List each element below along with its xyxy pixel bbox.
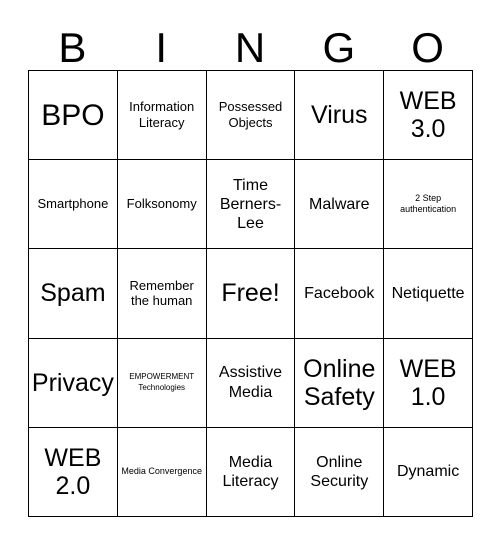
bingo-row: BPO Information Literacy Possessed Objec… — [28, 69, 473, 161]
bingo-cell-label: Malware — [309, 195, 370, 213]
bingo-cell-label: Media Convergence — [121, 466, 202, 476]
bingo-cell-label: Online Safety — [303, 354, 376, 411]
bingo-cell-i3[interactable]: Remember the human — [116, 248, 207, 339]
bingo-cell-b5[interactable]: WEB 2.0 — [28, 426, 118, 517]
bingo-row: Spam Remember the human Free! Facebook N… — [28, 248, 473, 339]
bingo-header-letter-b: B — [58, 24, 87, 71]
bingo-cell-n4[interactable]: Assistive Media — [205, 337, 296, 428]
bingo-cell-label: Assistive Media — [218, 364, 283, 401]
bingo-cell-label: WEB 1.0 — [399, 354, 457, 411]
bingo-cell-label: Possessed Objects — [218, 99, 283, 131]
bingo-cell-n1[interactable]: Possessed Objects — [205, 69, 296, 161]
bingo-cell-o5[interactable]: Dynamic — [383, 426, 473, 517]
bingo-cell-i1[interactable]: Information Literacy — [116, 69, 207, 161]
bingo-cell-o3[interactable]: Netiquette — [383, 248, 473, 339]
bingo-cell-i4[interactable]: EMPOWERMENT Technologies — [116, 337, 207, 428]
bingo-cell-label: Spam — [40, 279, 106, 308]
bingo-cell-label: 2 Step authentication — [400, 192, 457, 215]
bingo-cell-label: Free! — [221, 279, 280, 308]
bingo-row: Smartphone Folksonomy Time Berners-Lee M… — [28, 159, 473, 250]
bingo-header-letter-n: N — [234, 24, 266, 71]
bingo-cell-label: Time Berners-Lee — [219, 176, 282, 232]
bingo-row: WEB 2.0 Media Convergence Media Literacy… — [28, 426, 473, 517]
bingo-cell-label: EMPOWERMENT Technologies — [129, 371, 195, 392]
bingo-cell-n2[interactable]: Time Berners-Lee — [205, 159, 296, 250]
bingo-cell-label: Information Literacy — [129, 99, 195, 131]
bingo-grid: BPO Information Literacy Possessed Objec… — [28, 69, 473, 517]
bingo-cell-o1[interactable]: WEB 3.0 — [383, 69, 473, 161]
bingo-cell-label: WEB 3.0 — [399, 87, 457, 144]
bingo-cell-g5[interactable]: Online Security — [294, 426, 385, 517]
bingo-cell-label: Privacy — [31, 368, 114, 397]
bingo-cell-g1[interactable]: Virus — [294, 69, 385, 161]
bingo-cell-o2[interactable]: 2 Step authentication — [383, 159, 473, 250]
bingo-cell-label: Netiquette — [391, 284, 465, 302]
bingo-cell-label: Remember the human — [129, 277, 194, 309]
bingo-header-row: B I N G O — [28, 14, 472, 70]
bingo-card: B I N G O BPO Information Literacy Posse… — [28, 14, 473, 517]
bingo-cell-g2[interactable]: Malware — [294, 159, 385, 250]
bingo-cell-n5[interactable]: Media Literacy — [205, 426, 296, 517]
bingo-cell-label: BPO — [41, 98, 105, 132]
bingo-cell-label: Dynamic — [396, 463, 460, 481]
bingo-cell-label: Smartphone — [37, 196, 109, 212]
bingo-cell-b2[interactable]: Smartphone — [28, 159, 118, 250]
bingo-cell-label: Virus — [311, 101, 368, 130]
bingo-cell-i5[interactable]: Media Convergence — [116, 426, 207, 517]
bingo-header-letter-g: G — [322, 24, 356, 71]
bingo-cell-label: Media Literacy — [222, 453, 279, 490]
bingo-cell-b1[interactable]: BPO — [28, 69, 118, 161]
bingo-cell-label: Folksonomy — [126, 196, 197, 212]
bingo-row: Privacy EMPOWERMENT Technologies Assisti… — [28, 337, 473, 428]
bingo-cell-b3[interactable]: Spam — [28, 248, 118, 339]
bingo-cell-i2[interactable]: Folksonomy — [116, 159, 207, 250]
bingo-cell-o4[interactable]: WEB 1.0 — [383, 337, 473, 428]
bingo-cell-b4[interactable]: Privacy — [28, 337, 118, 428]
bingo-cell-free-space[interactable]: Free! — [205, 248, 296, 339]
bingo-cell-g4[interactable]: Online Safety — [294, 337, 385, 428]
bingo-header-letter-o: O — [411, 24, 444, 71]
bingo-cell-g3[interactable]: Facebook — [294, 248, 385, 339]
bingo-cell-label: Facebook — [304, 284, 375, 302]
bingo-cell-label: WEB 2.0 — [44, 443, 102, 500]
bingo-header-letter-i: I — [155, 24, 168, 71]
bingo-cell-label: Online Security — [310, 453, 369, 490]
